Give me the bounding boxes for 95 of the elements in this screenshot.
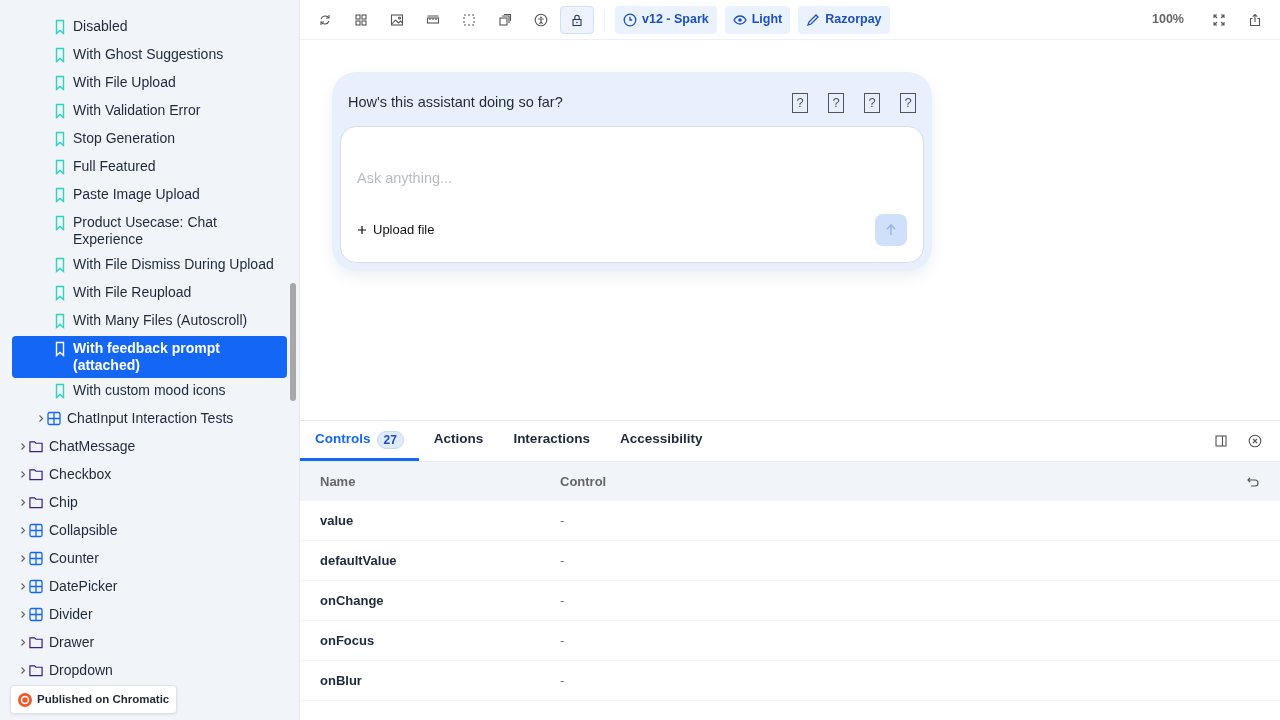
plus-icon <box>357 225 367 235</box>
sidebar-item[interactable]: With custom mood icons <box>12 378 287 406</box>
close-icon <box>1248 434 1262 448</box>
fullscreen-icon <box>1212 12 1226 27</box>
sidebar-item[interactable]: Full Featured <box>12 154 287 182</box>
folder-icon <box>29 466 43 483</box>
logo-icon <box>18 692 32 707</box>
chat-input[interactable]: Ask anything... Upload file <box>340 126 924 263</box>
bookmark-icon <box>53 186 67 203</box>
bookmark-icon <box>53 102 67 119</box>
sidebar-item[interactable]: With File Upload <box>12 70 287 98</box>
mood-icon[interactable]: ? <box>828 93 844 113</box>
mood-icon[interactable]: ? <box>864 93 880 113</box>
ruler-icon <box>426 12 440 27</box>
folder-icon <box>29 438 43 455</box>
sidebar-item[interactable]: With feedback prompt (attached) <box>12 336 287 378</box>
panel-tab[interactable]: Interactions <box>498 421 605 461</box>
sidebar-item[interactable]: Dropdown <box>12 658 287 686</box>
bookmark-icon <box>53 312 67 329</box>
bookmark-icon <box>53 130 67 147</box>
sidebar-item[interactable]: Drawer <box>12 630 287 658</box>
column-header: Control <box>560 472 608 491</box>
table-cell-text: onChange <box>320 591 385 610</box>
sidebar-item[interactable]: Counter <box>12 546 287 574</box>
sidebar-item[interactable]: With File Dismiss During Upload <box>12 252 287 280</box>
toolbar-chip[interactable]: Light <box>724 5 791 34</box>
grid-icon <box>47 410 61 427</box>
table-cell-text: - <box>560 671 565 690</box>
sidebar-item[interactable]: Chip <box>12 490 287 518</box>
lock-icon <box>570 12 584 27</box>
toolbar-chip[interactable]: Razorpay <box>798 5 890 34</box>
sidebar-item[interactable]: Product Usecase: Chat Experience <box>12 210 287 252</box>
table-cell-text: onBlur <box>320 671 363 690</box>
upload-button[interactable]: Upload file <box>357 220 435 240</box>
bookmark-icon <box>53 256 67 273</box>
folder-icon <box>29 634 43 651</box>
toolbar-chip[interactable]: v12 - Spark <box>615 5 717 34</box>
outline-icon <box>462 12 476 27</box>
zoom-level[interactable]: 100% <box>1152 10 1184 29</box>
mood-icon[interactable]: ? <box>900 93 916 113</box>
sidebar-item[interactable]: ChatMessage <box>12 434 287 462</box>
grid-icon <box>29 578 43 595</box>
panel-tab[interactable]: Actions <box>418 421 499 461</box>
brush-icon <box>806 12 821 27</box>
eye-icon <box>732 12 747 27</box>
accessibility-icon <box>534 12 548 27</box>
bookmark-icon <box>53 382 67 399</box>
sidebar-item[interactable]: Disabled <box>12 14 287 42</box>
sidebar-item[interactable]: Collapsible <box>12 518 287 546</box>
bookmark-icon <box>53 18 67 35</box>
sidebar-item[interactable]: Divider <box>12 602 287 630</box>
published-toast[interactable]: Published on Chromatic <box>10 685 178 715</box>
layers-icon <box>498 12 512 27</box>
mood-icon[interactable]: ? <box>792 93 808 113</box>
badge-text: Published on Chromatic <box>37 692 170 707</box>
bookmark-icon <box>53 46 67 63</box>
reload-icon <box>318 12 332 27</box>
bookmark-icon <box>53 284 67 301</box>
clock-icon <box>623 12 637 27</box>
folder-icon <box>29 494 43 511</box>
table-cell-text: - <box>560 591 565 610</box>
folder-icon <box>29 662 43 679</box>
image-icon <box>390 12 404 27</box>
share-icon <box>1248 12 1262 27</box>
sidebar-item[interactable]: Stop Generation <box>12 126 287 154</box>
table-cell-text: - <box>560 511 565 530</box>
sidebar-item[interactable]: With Many Files (Autoscroll) <box>12 308 287 336</box>
grid-icon <box>29 522 43 539</box>
sidebar-icon <box>1214 434 1228 448</box>
arrow-up-icon <box>884 223 898 237</box>
sidebar-item[interactable]: With Validation Error <box>12 98 287 126</box>
grid-icon <box>29 550 43 567</box>
panel-tab[interactable]: Accessibility <box>604 421 718 461</box>
table-cell-text: - <box>560 631 565 650</box>
bookmark-icon <box>53 214 67 231</box>
bookmark-icon <box>53 74 67 91</box>
count-badge: 27 <box>376 430 404 449</box>
toolbar-button[interactable] <box>560 5 594 34</box>
grid-icon <box>29 606 43 623</box>
table-cell-text: value <box>320 511 355 530</box>
sidebar-item[interactable]: Paste Image Upload <box>12 182 287 210</box>
table-cell-text: onFocus <box>320 631 376 650</box>
bookmark-icon <box>53 340 67 357</box>
sidebar-item[interactable]: DatePicker <box>12 574 287 602</box>
sidebar-item[interactable]: With File Reupload <box>12 280 287 308</box>
grid-icon <box>354 12 368 27</box>
scrollbar[interactable] <box>290 283 296 401</box>
sidebar-item[interactable]: Checkbox <box>12 462 287 490</box>
sidebar-item[interactable]: ChatInput Interaction Tests <box>12 406 287 434</box>
sidebar-item[interactable]: With Ghost Suggestions <box>12 42 287 70</box>
table-cell-text: - <box>560 551 565 570</box>
feedback-prompt: How's this assistant doing so far? <box>348 93 564 113</box>
bookmark-icon <box>53 158 67 175</box>
table-cell-text: defaultValue <box>320 551 398 570</box>
column-header: Name <box>320 472 357 491</box>
